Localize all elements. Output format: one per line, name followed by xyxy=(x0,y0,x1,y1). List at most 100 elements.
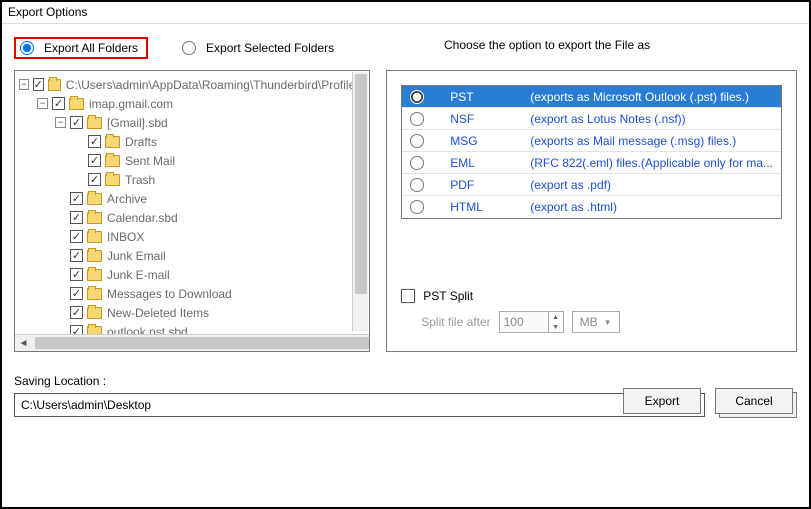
format-heading: Choose the option to export the File as xyxy=(444,38,650,52)
tree-checkbox[interactable]: ✓ xyxy=(70,268,83,281)
tree-checkbox[interactable]: ✓ xyxy=(70,230,83,243)
tree-checkbox[interactable]: ✓ xyxy=(70,287,83,300)
tree-row[interactable]: ✓ Trash xyxy=(19,170,367,189)
tree-row[interactable]: ✓Calendar.sbd xyxy=(19,208,367,227)
split-value-input[interactable] xyxy=(500,312,548,332)
folder-icon xyxy=(87,250,102,262)
tree-checkbox[interactable]: ✓ xyxy=(70,325,83,334)
format-radio[interactable] xyxy=(410,90,424,104)
right-panel: PST(exports as Microsoft Outlook (.pst) … xyxy=(386,70,797,352)
folder-icon xyxy=(87,288,102,300)
tree-item-label: [Gmail].sbd xyxy=(107,116,168,130)
spin-down-icon[interactable]: ▼ xyxy=(549,322,563,332)
format-option-nsf[interactable]: NSF(export as Lotus Notes (.nsf)) xyxy=(402,108,781,130)
tree-row[interactable]: ✓Junk E-mail xyxy=(19,265,367,284)
collapse-icon[interactable]: − xyxy=(19,79,29,90)
format-option-html[interactable]: HTML(export as .html) xyxy=(402,196,781,218)
pst-split-checkbox[interactable] xyxy=(401,289,415,303)
folder-icon xyxy=(69,98,84,110)
tree-row[interactable]: ✓outlook.pst.sbd xyxy=(19,322,367,334)
tree-item-label: Archive xyxy=(107,192,147,206)
scroll-track[interactable] xyxy=(32,335,352,351)
saving-location-label: Saving Location : xyxy=(14,374,797,388)
cancel-button[interactable]: Cancel xyxy=(715,388,793,414)
collapse-icon[interactable]: − xyxy=(55,117,66,128)
tree-row[interactable]: ✓Sent Mail xyxy=(19,151,367,170)
export-button[interactable]: Export xyxy=(623,388,701,414)
tree-horizontal-thumb[interactable] xyxy=(35,337,370,349)
export-all-radio[interactable]: Export All Folders xyxy=(14,37,148,59)
main-row: −✓C:\Users\admin\AppData\Roaming\Thunder… xyxy=(14,70,797,352)
format-option-pst[interactable]: PST(exports as Microsoft Outlook (.pst) … xyxy=(402,86,781,108)
format-desc: (exports as Mail message (.msg) files.) xyxy=(530,134,773,148)
pst-split-section: PST Split Split file after ▲ ▼ xyxy=(401,289,782,333)
format-radio[interactable] xyxy=(410,200,424,214)
scroll-left-arrow[interactable]: ◄ xyxy=(15,335,32,352)
tree-checkbox[interactable]: ✓ xyxy=(52,97,65,110)
tree-row[interactable]: ✓INBOX xyxy=(19,227,367,246)
export-selected-label: Export Selected Folders xyxy=(206,41,334,55)
tree-checkbox[interactable]: ✓ xyxy=(70,211,83,224)
split-unit-select[interactable]: MB ▼ xyxy=(572,311,620,333)
tree-checkbox[interactable]: ✓ xyxy=(70,192,83,205)
tree-checkbox[interactable]: ✓ xyxy=(88,173,101,186)
export-all-label: Export All Folders xyxy=(44,41,138,55)
format-radio[interactable] xyxy=(410,112,424,126)
format-name: HTML xyxy=(450,200,508,214)
tree-item-label: New-Deleted Items xyxy=(107,306,209,320)
saving-location-input[interactable] xyxy=(14,393,705,417)
split-value-spinner[interactable]: ▲ ▼ xyxy=(499,311,564,333)
tree-row[interactable]: ✓ Archive xyxy=(19,189,367,208)
format-radio[interactable] xyxy=(410,134,424,148)
folder-icon xyxy=(87,117,102,129)
tree-item-label: Messages to Download xyxy=(107,287,232,301)
tree-vertical-scrollbar[interactable] xyxy=(352,72,368,331)
export-all-radio-input[interactable] xyxy=(20,41,34,55)
folder-icon xyxy=(87,326,102,335)
format-list: PST(exports as Microsoft Outlook (.pst) … xyxy=(401,85,782,219)
dialog-body: Export All Folders Export Selected Folde… xyxy=(2,24,809,428)
tree-checkbox[interactable]: ✓ xyxy=(33,78,44,91)
tree-checkbox[interactable]: ✓ xyxy=(70,116,83,129)
tree-row[interactable]: ✓ Messages to Download xyxy=(19,284,367,303)
format-desc: (RFC 822(.eml) files.(Applicable only fo… xyxy=(530,156,773,170)
export-options-dialog: Export Options Export All Folders Export… xyxy=(0,0,811,509)
collapse-icon[interactable]: − xyxy=(37,98,48,109)
folder-icon xyxy=(105,174,120,186)
tree-vertical-thumb[interactable] xyxy=(355,74,367,294)
tree-item-label: Drafts xyxy=(125,135,157,149)
folder-icon xyxy=(105,136,120,148)
tree-item-label: imap.gmail.com xyxy=(89,97,173,111)
format-name: PDF xyxy=(450,178,508,192)
format-option-msg[interactable]: MSG(exports as Mail message (.msg) files… xyxy=(402,130,781,152)
folder-icon xyxy=(87,231,102,243)
folder-tree[interactable]: −✓C:\Users\admin\AppData\Roaming\Thunder… xyxy=(15,71,369,334)
format-option-eml[interactable]: EML(RFC 822(.eml) files.(Applicable only… xyxy=(402,152,781,174)
window-title: Export Options xyxy=(2,2,809,24)
split-unit-label: MB xyxy=(580,315,598,329)
tree-checkbox[interactable]: ✓ xyxy=(70,249,83,262)
format-desc: (export as Lotus Notes (.nsf)) xyxy=(530,112,773,126)
dialog-buttons: Export Cancel xyxy=(623,388,793,414)
tree-row[interactable]: ✓ New-Deleted Items xyxy=(19,303,367,322)
tree-row[interactable]: ✓ Drafts xyxy=(19,132,367,151)
format-option-pdf[interactable]: PDF(export as .pdf) xyxy=(402,174,781,196)
tree-row[interactable]: −✓ imap.gmail.com xyxy=(19,94,367,113)
folder-icon xyxy=(87,193,102,205)
format-radio[interactable] xyxy=(410,156,424,170)
tree-item-label: Trash xyxy=(125,173,155,187)
export-selected-radio[interactable]: Export Selected Folders xyxy=(176,39,340,57)
tree-horizontal-scrollbar[interactable]: ◄ ► xyxy=(15,334,369,351)
format-box: PST(exports as Microsoft Outlook (.pst) … xyxy=(386,70,797,352)
tree-item-label: C:\Users\admin\AppData\Roaming\Thunderbi… xyxy=(66,78,367,92)
spin-up-icon[interactable]: ▲ xyxy=(549,312,563,322)
export-selected-radio-input[interactable] xyxy=(182,41,196,55)
tree-row[interactable]: ✓Junk Email xyxy=(19,246,367,265)
format-radio[interactable] xyxy=(410,178,424,192)
tree-checkbox[interactable]: ✓ xyxy=(88,154,101,167)
tree-row[interactable]: −✓ C:\Users\admin\AppData\Roaming\Thunder… xyxy=(19,75,367,94)
tree-checkbox[interactable]: ✓ xyxy=(88,135,101,148)
tree-checkbox[interactable]: ✓ xyxy=(70,306,83,319)
tree-row[interactable]: −✓ [Gmail].sbd xyxy=(19,113,367,132)
format-desc: (exports as Microsoft Outlook (.pst) fil… xyxy=(530,90,773,104)
